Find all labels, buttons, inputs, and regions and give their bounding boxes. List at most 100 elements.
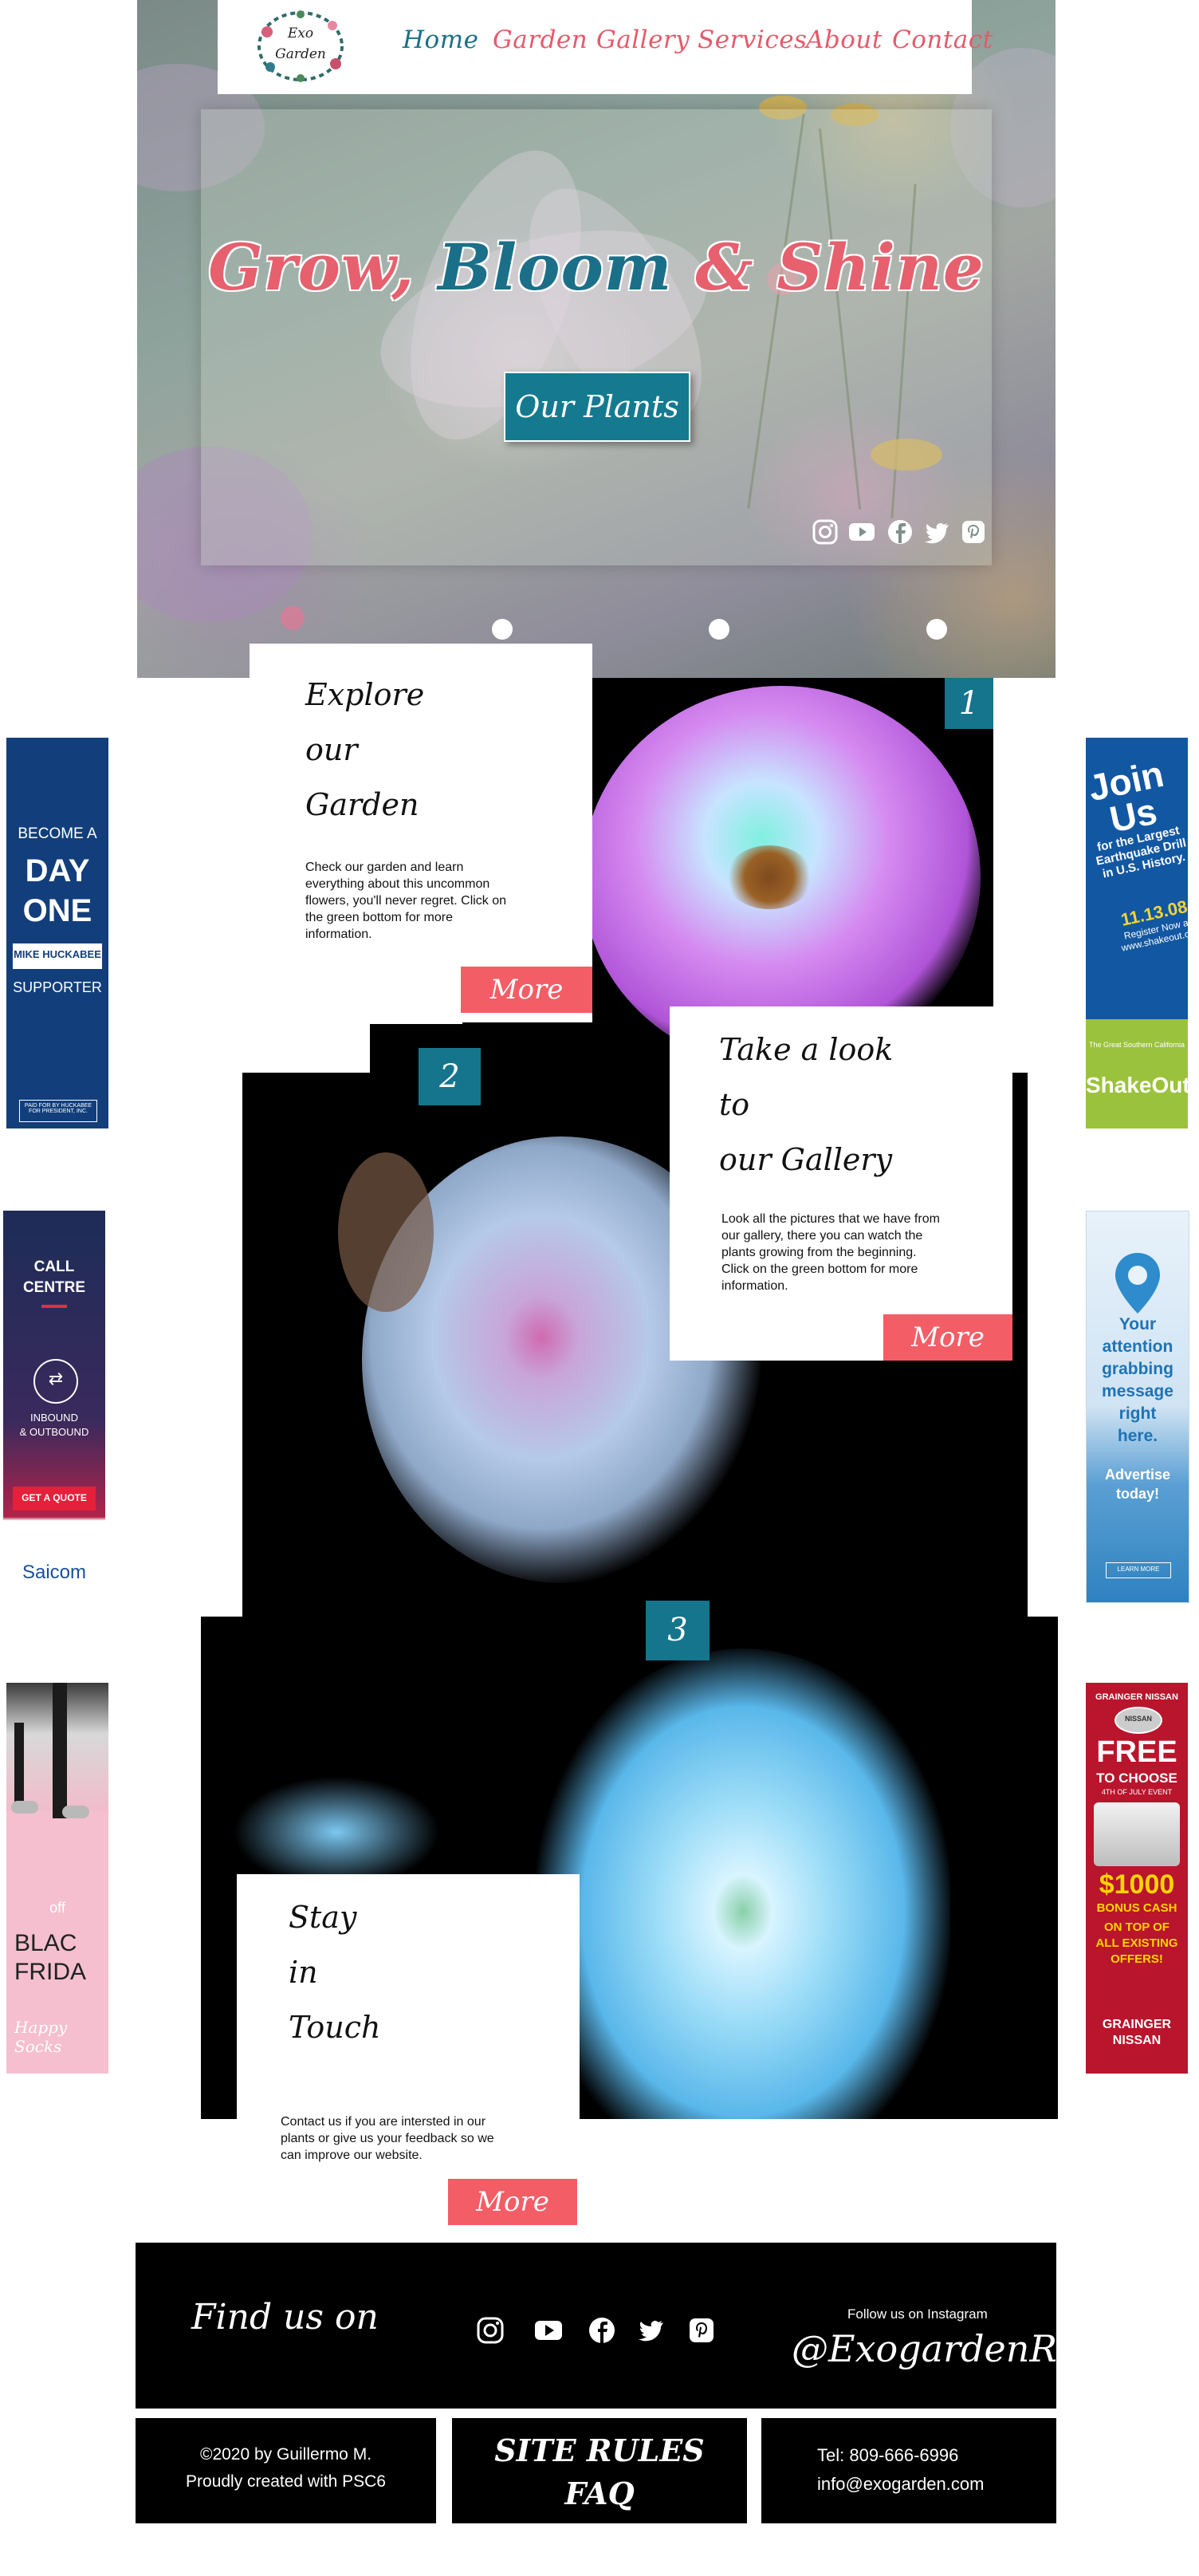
footer-links: SITE RULES FAQ (452, 2418, 747, 2523)
pinterest-icon[interactable] (687, 2316, 716, 2345)
flower-bloom (536, 1648, 950, 2119)
section-title-line: Take a look (719, 1032, 894, 1067)
nav-item-home[interactable]: Home (403, 26, 478, 54)
ad-car-image (1094, 1802, 1180, 1866)
more-button[interactable]: More (448, 2179, 577, 2225)
site-rules-link[interactable]: SITE RULES (452, 2432, 747, 2468)
hero-title-part3: & (695, 230, 754, 305)
ad-brand: Saicom (22, 1562, 87, 1583)
flower-center (725, 845, 813, 909)
section-title-line: Touch (289, 2010, 381, 2045)
hero-panel (201, 109, 992, 565)
more-button[interactable]: More (461, 967, 592, 1013)
ad-text: FREE (1096, 1735, 1177, 1769)
section-3-card: Stay in Touch Contact us if you are inte… (237, 1874, 580, 2177)
ad-photo-shoe (62, 1806, 89, 1818)
ad-text: NISSAN (1112, 2034, 1162, 2047)
hero-banner: Exo Garden Home Garden Gallery Services … (137, 0, 1056, 678)
map-pin-icon (1115, 1253, 1160, 1314)
ad-text: & OUTBOUND (19, 1426, 89, 1438)
slide-dot[interactable] (926, 619, 947, 640)
ad-banner-generic[interactable]: Your attention grabbing message right he… (1086, 1211, 1189, 1603)
copyright-line: Proudly created with PSC6 (186, 2472, 386, 2491)
ad-text: PAID FOR BY HUCKABEE FOR PRESIDENT, INC. (24, 1103, 92, 1114)
ad-text: OFFERS! (1111, 1952, 1163, 1966)
section-number-badge: 3 (646, 1601, 710, 1660)
find-us-label: Find us on (191, 2297, 379, 2338)
nav-item-about[interactable]: About (806, 26, 883, 54)
slide-dot[interactable] (492, 619, 513, 640)
section-2-card: Take a look to our Gallery Look all the … (670, 1006, 1012, 1361)
nav-item-services[interactable]: Services (698, 26, 807, 54)
section-description: Look all the pictures that we have from … (721, 1212, 940, 1293)
section-description: Check our garden and learn everything ab… (305, 861, 507, 941)
ad-text: CALL (33, 1258, 75, 1275)
ad-photo-leg (53, 1683, 67, 1818)
ad-text: DAY (25, 853, 90, 888)
instagram-icon[interactable] (812, 518, 839, 546)
learn-more-button[interactable]: LEARN MORE (1106, 1562, 1171, 1578)
facebook-icon[interactable] (886, 518, 914, 546)
youtube-icon[interactable] (534, 2316, 563, 2345)
get-a-quote-button[interactable]: GET A QUOTE (13, 1487, 96, 1511)
ad-text: message (1102, 1382, 1173, 1400)
youtube-icon[interactable] (848, 518, 875, 546)
slide-dot[interactable] (709, 619, 729, 640)
ad-brand: MIKE HUCKABEE (14, 948, 101, 960)
more-button[interactable]: More (883, 1314, 1012, 1361)
ad-text: Advertise (1104, 1467, 1171, 1483)
follow-label: Follow us on Instagram (847, 2306, 988, 2322)
ad-text: off (49, 1900, 65, 1916)
section-number-badge: 2 (419, 1048, 481, 1105)
flower-petal (233, 1776, 440, 1888)
ad-text: FRIDA (14, 1959, 86, 1985)
ad-banner-shakeout[interactable]: Join Us for the Largest Earthquake Drill… (1086, 738, 1188, 1128)
ad-text: today! (1116, 1486, 1159, 1502)
footer-copyright: ©2020 by Guillermo M. Proudly created wi… (136, 2418, 436, 2523)
ad-text: TO CHOOSE (1096, 1771, 1177, 1786)
hero-title: Grow, Bloom & Shine (137, 230, 1056, 305)
nav-item-garden[interactable]: Garden (493, 26, 588, 54)
instagram-handle[interactable]: @ExogardenRD (792, 2327, 1087, 2370)
bud-decoration (281, 606, 305, 630)
twitter-icon[interactable] (636, 2316, 665, 2345)
ad-text: BLAC (14, 1930, 77, 1956)
faq-link[interactable]: FAQ (452, 2476, 747, 2511)
ad-text: grabbing (1102, 1360, 1173, 1378)
section-1-card: Explore our Garden Check our garden and … (250, 644, 592, 1022)
logo-text-line2: Garden (275, 46, 326, 62)
logo-text-line1: Exo (287, 26, 314, 41)
our-plants-button[interactable]: Our Plants (504, 372, 690, 442)
ad-brand: ShakeOut (1086, 1073, 1188, 1097)
flower-leaf (338, 1152, 434, 1312)
ad-banner-saicom[interactable]: CALL CENTRE ⇄ INBOUND & OUTBOUND GET A Q… (3, 1211, 105, 1593)
ad-banner-huckabee[interactable]: BECOME A DAY ONE MIKE HUCKABEE SUPPORTER… (6, 738, 108, 1128)
logo[interactable]: Exo Garden (253, 8, 348, 85)
twitter-icon[interactable] (923, 518, 950, 546)
ad-banner-happy-socks[interactable]: off BLAC FRIDA Happy Socks (6, 1683, 108, 2074)
section-description: Contact us if you are intersted in our p… (281, 2115, 494, 2162)
ad-text: BONUS CASH (1096, 1901, 1177, 1915)
ad-banner-nissan[interactable]: GRAINGER NISSAN NISSAN FREE TO CHOOSE 4T… (1086, 1683, 1188, 2074)
phone-number: Tel: 809-666-6996 (817, 2445, 959, 2465)
ad-divider (41, 1305, 67, 1308)
email-address[interactable]: info@exogarden.com (817, 2474, 984, 2495)
ad-text: GRAINGER (1102, 2018, 1172, 2031)
ad-text: right (1118, 1404, 1157, 1423)
nav-item-gallery[interactable]: Gallery (596, 26, 690, 54)
ad-fineprint-box: PAID FOR BY HUCKABEE FOR PRESIDENT, INC. (19, 1100, 97, 1122)
facebook-icon[interactable] (588, 2316, 616, 2345)
ad-text: here. (1117, 1427, 1158, 1445)
footer-contact: Tel: 809-666-6996 info@exogarden.com (761, 2418, 1056, 2523)
ad-text: Your (1118, 1315, 1157, 1333)
hero-title-part4: Shine (776, 230, 985, 305)
section-title-line: our Gallery (719, 1142, 893, 1177)
nav-item-contact[interactable]: Contact (892, 26, 993, 54)
navbar: Exo Garden Home Garden Gallery Services … (218, 0, 993, 94)
ad-photo-leg (14, 1723, 24, 1810)
instagram-icon[interactable] (476, 2316, 505, 2345)
section-title-line: to (719, 1087, 750, 1122)
pinterest-icon[interactable] (960, 518, 987, 546)
section-title-line: Stay (289, 1900, 357, 1935)
ad-text: SUPPORTER (13, 979, 102, 995)
